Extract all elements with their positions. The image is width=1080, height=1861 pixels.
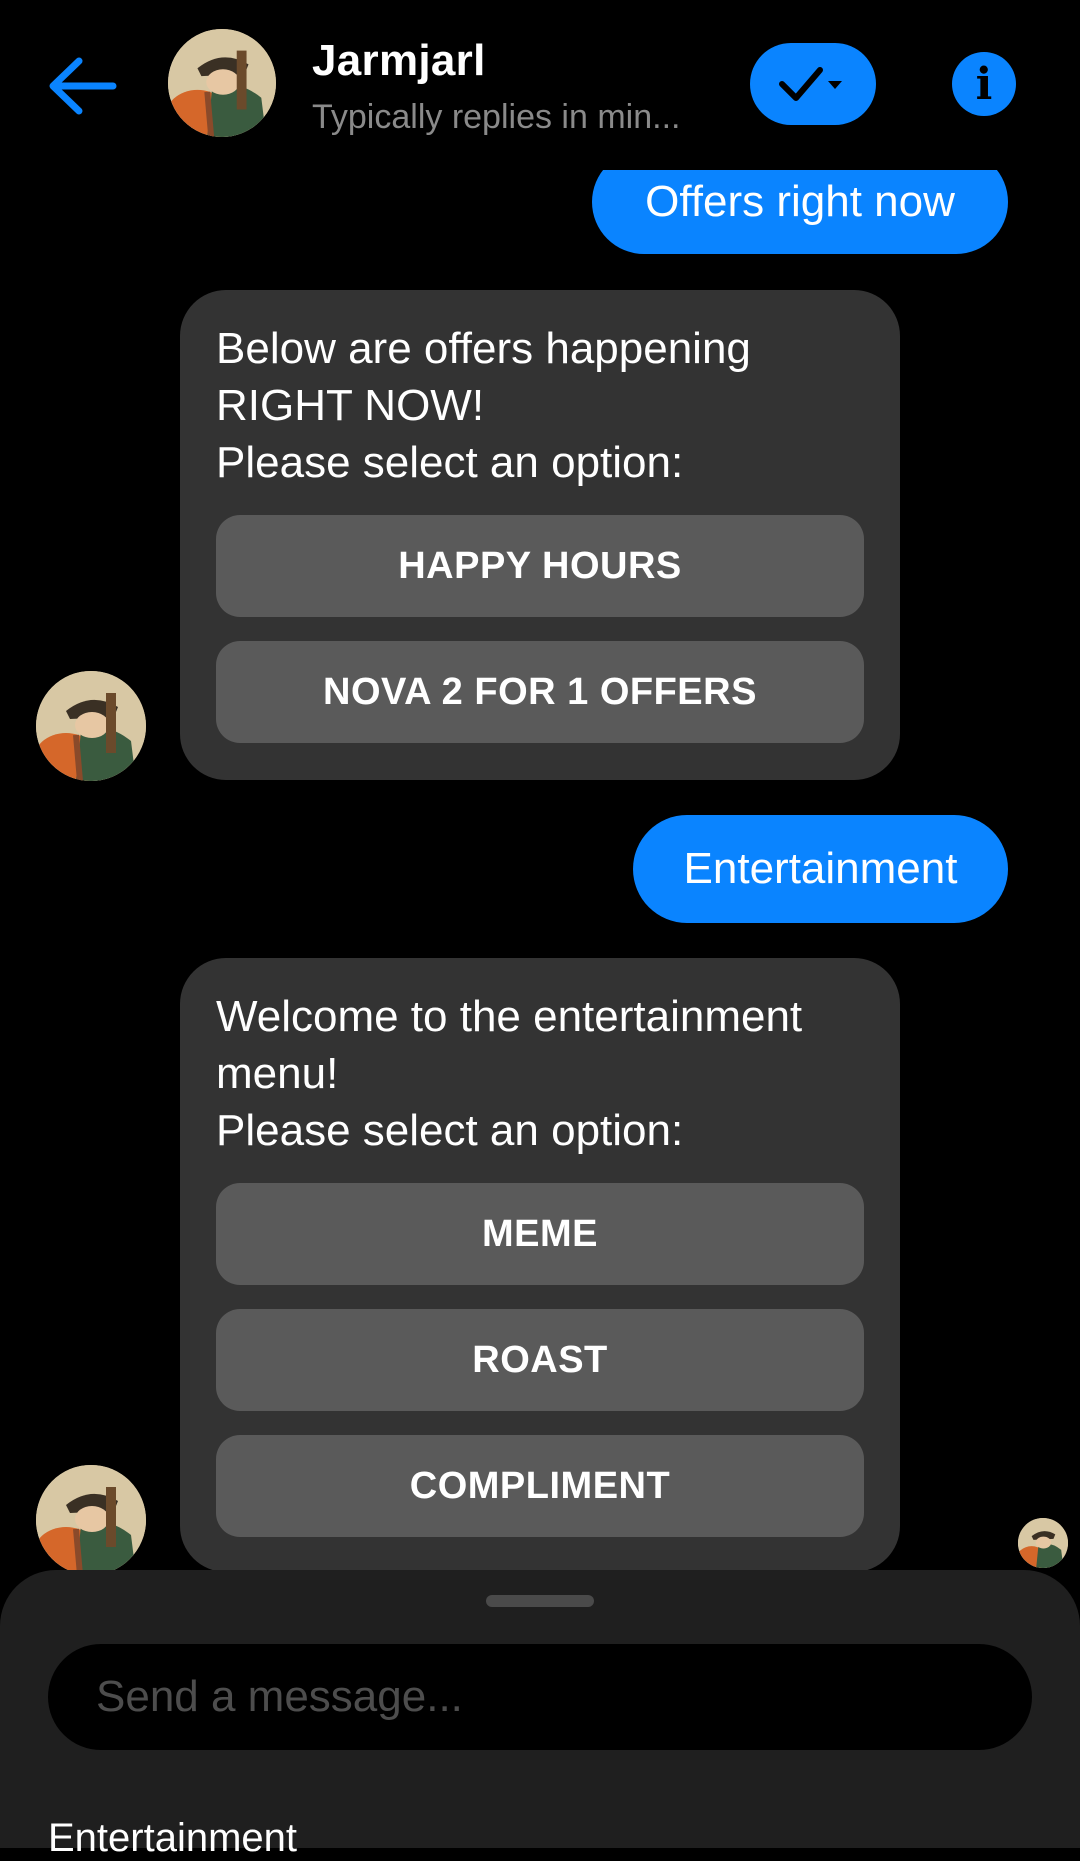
bot-message-text: Welcome to the entertainment menu! Pleas…: [216, 992, 803, 1155]
sender-avatar: [36, 1465, 146, 1575]
contact-avatar[interactable]: [168, 29, 276, 137]
back-button[interactable]: [44, 48, 120, 124]
bot-message-card: Welcome to the entertainment menu! Pleas…: [180, 958, 900, 1572]
composer-sheet: Entertainment: [0, 1570, 1080, 1860]
sender-avatar: [36, 671, 146, 781]
quick-reply-entertainment[interactable]: Entertainment: [48, 1816, 297, 1861]
chat-header: Jarmjarl Typically replies in min... i: [0, 0, 1080, 170]
bot-message-card: Below are offers happening RIGHT NOW! Pl…: [180, 290, 900, 780]
info-button[interactable]: i: [952, 52, 1016, 116]
option-meme-button[interactable]: MEME: [216, 1183, 864, 1285]
option-roast-button[interactable]: ROAST: [216, 1309, 864, 1411]
read-receipt-avatar: [1018, 1518, 1068, 1568]
status-toggle-button[interactable]: [750, 43, 876, 125]
option-nova-2-for-1-button[interactable]: NOVA 2 FOR 1 OFFERS: [216, 641, 864, 743]
outgoing-message: Entertainment: [633, 815, 1008, 923]
info-icon: i: [975, 59, 993, 110]
option-happy-hours-button[interactable]: HAPPY HOURS: [216, 515, 864, 617]
bot-message-text: Below are offers happening RIGHT NOW! Pl…: [216, 324, 751, 487]
sheet-drag-handle[interactable]: [486, 1595, 594, 1607]
arrow-left-icon: [49, 57, 117, 115]
contact-name: Jarmjarl: [312, 36, 486, 85]
contact-status: Typically replies in min...: [312, 98, 681, 136]
check-dropdown-icon: [779, 67, 842, 101]
option-compliment-button[interactable]: COMPLIMENT: [216, 1435, 864, 1537]
message-input[interactable]: [48, 1644, 1032, 1750]
